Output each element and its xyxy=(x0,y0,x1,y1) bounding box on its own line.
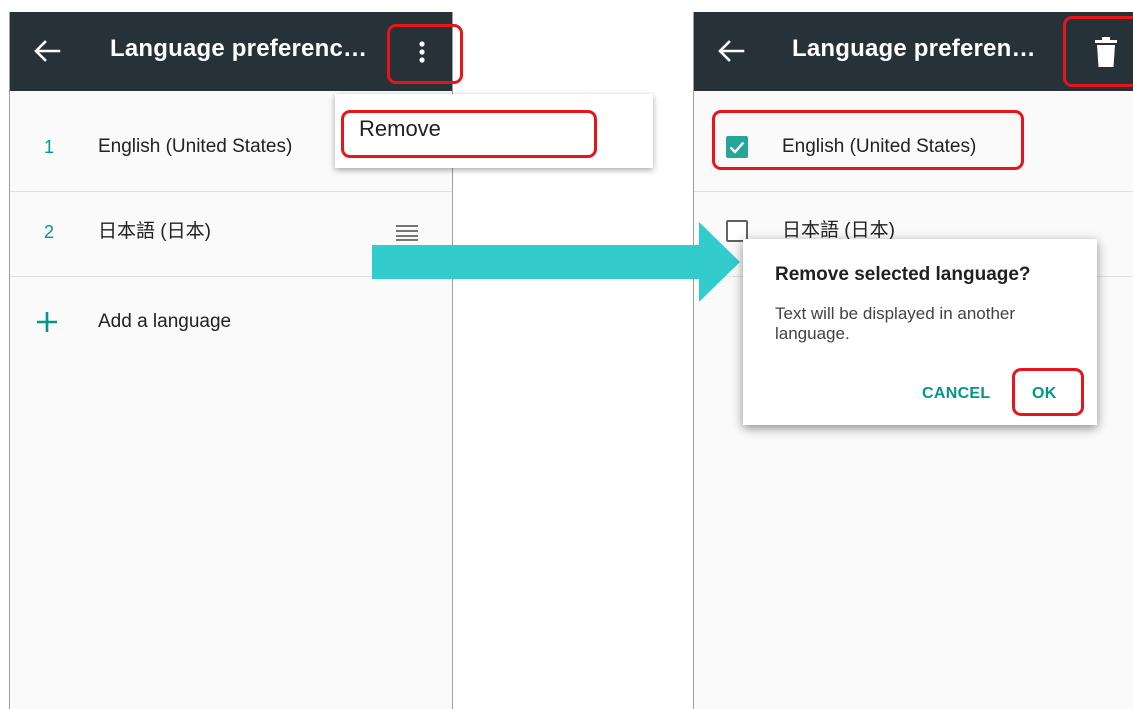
left-toolbar: Language preferenc… xyxy=(10,12,452,91)
back-arrow-icon[interactable] xyxy=(716,32,746,70)
plus-icon xyxy=(37,312,57,332)
language-label: 日本語 (日本) xyxy=(98,221,211,242)
dialog-message: Text will be displayed in another langua… xyxy=(775,304,1016,343)
add-language-label: Add a language xyxy=(98,311,232,332)
cancel-button[interactable]: CANCEL xyxy=(922,385,990,403)
transition-arrow-icon xyxy=(372,222,740,302)
back-arrow-icon[interactable] xyxy=(32,32,62,70)
language-label: English (United States) xyxy=(98,136,293,157)
language-order-number: 2 xyxy=(44,222,55,242)
dialog-title: Remove selected language? xyxy=(775,264,1031,285)
page-title: Language preferenc… xyxy=(110,35,368,62)
highlight-delete-icon xyxy=(1063,16,1133,87)
page-title: Language preferen… xyxy=(792,35,1036,62)
highlight-checked-language xyxy=(712,110,1024,170)
highlight-ok-button xyxy=(1012,368,1084,416)
highlight-remove-item xyxy=(341,110,597,158)
language-order-number: 1 xyxy=(44,137,55,157)
highlight-more-options xyxy=(387,24,463,84)
